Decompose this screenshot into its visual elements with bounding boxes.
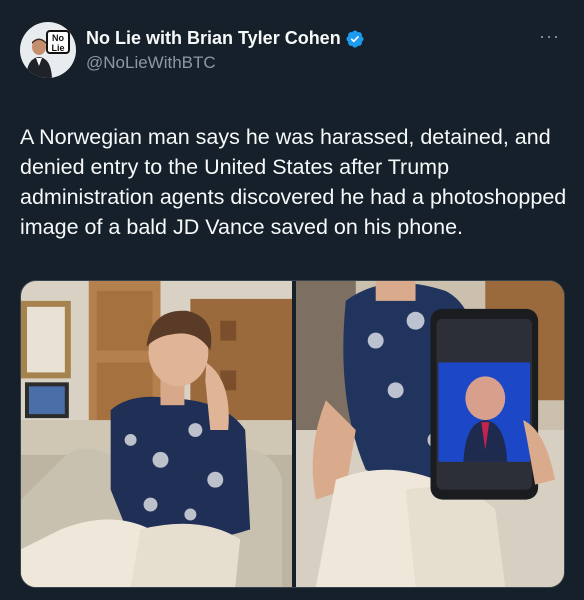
photo-phone-with-image[interactable] xyxy=(296,281,564,587)
photo-phone-with-image-image xyxy=(296,281,564,587)
more-options-icon[interactable]: ··· xyxy=(539,26,560,47)
verified-badge-icon xyxy=(346,29,364,48)
media-grid[interactable] xyxy=(20,280,565,588)
name-row: No Lie with Brian Tyler Cohen xyxy=(86,28,365,49)
avatar-logo: No Lie xyxy=(46,30,70,54)
photo-man-on-couch[interactable] xyxy=(21,281,292,587)
display-name[interactable]: No Lie with Brian Tyler Cohen xyxy=(86,28,341,49)
avatar[interactable]: No Lie xyxy=(20,22,76,78)
tweet-header: No Lie No Lie with Brian Tyler Cohen @No… xyxy=(20,22,564,84)
photo-man-on-couch-image xyxy=(21,281,292,587)
tweet-text: A Norwegian man says he was harassed, de… xyxy=(20,125,567,239)
author-block: No Lie with Brian Tyler Cohen @NoLieWith… xyxy=(86,28,365,73)
handle[interactable]: @NoLieWithBTC xyxy=(86,53,365,73)
